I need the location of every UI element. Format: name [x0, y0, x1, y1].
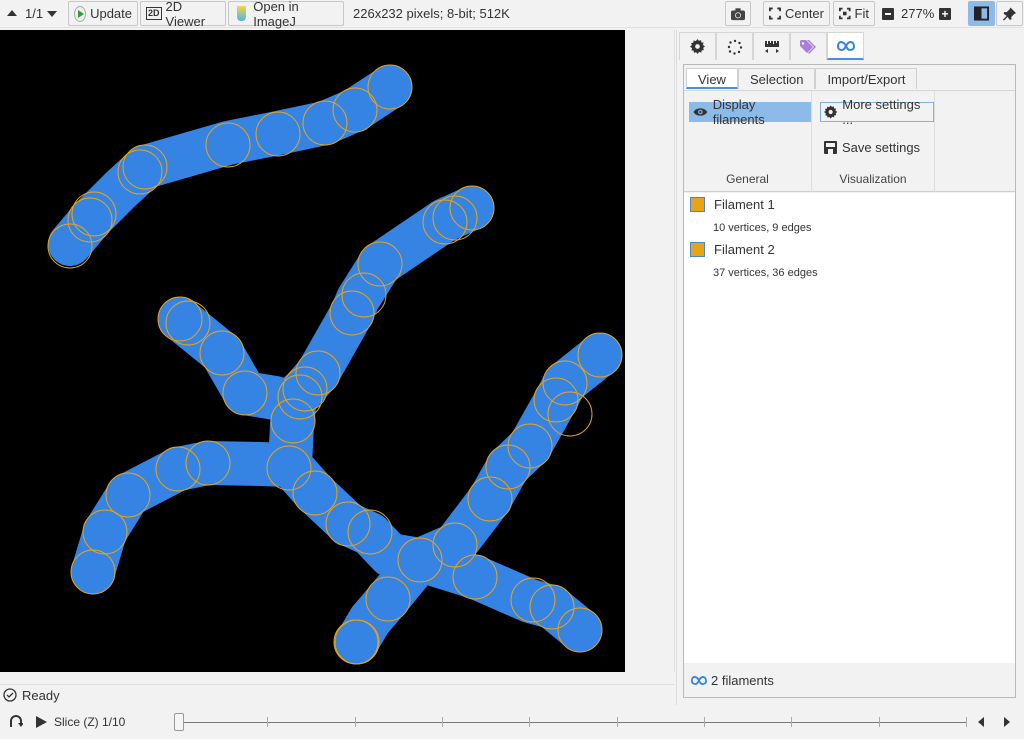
fit-button[interactable]: Fit: [833, 1, 875, 26]
imagej-label: Open in ImageJ: [253, 0, 299, 29]
update-label: Update: [90, 6, 132, 21]
status-divider: [0, 684, 675, 685]
slice-tick: [617, 717, 618, 727]
slice-tick: [442, 717, 443, 727]
slice-tick: [267, 717, 268, 727]
prev-slice-button[interactable]: [978, 717, 984, 727]
slice-tick: [879, 717, 880, 727]
update-button[interactable]: Update: [68, 1, 138, 26]
dotted-circle-icon: [727, 39, 742, 55]
display-filaments-label: Display filaments: [712, 97, 765, 127]
more-settings-label: More settings ...: [842, 97, 921, 127]
slice-slider[interactable]: [174, 713, 967, 731]
tab-filaments[interactable]: [827, 32, 864, 60]
filament-panel: View Selection Import/Export Display fil…: [683, 64, 1016, 698]
fit-label: Fit: [854, 6, 869, 21]
imagej-icon: [237, 6, 247, 21]
tab-detection[interactable]: [716, 32, 753, 60]
tab-selection[interactable]: Selection: [737, 68, 816, 89]
group-visualization: More settings ... Save settings Visualiz…: [812, 91, 935, 192]
center-button[interactable]: Center: [763, 1, 830, 26]
filament-name: Filament 2: [714, 242, 775, 257]
filament-icon: [691, 675, 707, 685]
top-toolbar: 1/1 Update 2D 2D Viewer Open in ImageJ 2…: [0, 0, 1024, 29]
gear-icon: [824, 105, 838, 119]
slice-slider-handle[interactable]: [174, 713, 184, 731]
image-info: 226x232 pixels; 8-bit; 512K: [353, 6, 510, 21]
center-label: Center: [784, 6, 824, 21]
filament-branch[interactable]: [48, 65, 412, 266]
slice-bar: Slice (Z) 1/10: [0, 708, 1024, 736]
center-icon: [769, 7, 781, 20]
filament-branch[interactable]: [71, 441, 312, 594]
open-in-imagej-button[interactable]: Open in ImageJ: [228, 0, 344, 29]
filament-color-swatch[interactable]: [690, 242, 705, 257]
filament-count: 2 filaments: [711, 672, 774, 688]
screenshot-button[interactable]: [725, 1, 751, 26]
filament-name: Filament 1: [714, 197, 775, 212]
ruler-icon: [764, 40, 779, 53]
filament-overlay: [47, 64, 623, 665]
panel-layout-icon: [974, 6, 989, 21]
play-slice-button[interactable]: [36, 716, 47, 728]
pin-button[interactable]: [996, 1, 1023, 26]
page-down-icon[interactable]: [47, 11, 57, 17]
group-general-label: General: [726, 172, 769, 186]
filament-icon: [836, 40, 855, 51]
zoom-in-button[interactable]: +: [939, 8, 951, 20]
page-up-icon[interactable]: [7, 10, 17, 16]
slice-tick: [355, 717, 356, 727]
tab-view[interactable]: View: [686, 68, 738, 89]
status-bar: Ready: [0, 684, 60, 706]
zoom-level: 277%: [901, 6, 935, 21]
display-filaments-toggle[interactable]: Display filaments: [689, 97, 811, 127]
2d-viewer-button[interactable]: 2D 2D Viewer: [140, 0, 226, 29]
slice-tick: [704, 717, 705, 727]
next-slice-button[interactable]: [1004, 717, 1010, 727]
slice-tick: [791, 717, 792, 727]
right-panel: View Selection Import/Export Display fil…: [676, 30, 1024, 705]
camera-icon: [731, 7, 745, 20]
2d-viewer-label: 2D Viewer: [165, 0, 206, 29]
loop-icon[interactable]: [9, 715, 23, 729]
slice-label: Slice (Z) 1/10: [54, 715, 126, 729]
filament-color-swatch[interactable]: [690, 197, 705, 212]
image-canvas[interactable]: [0, 30, 625, 672]
gear-icon: [690, 39, 705, 54]
tool-tabs: [679, 32, 864, 60]
tab-import-export[interactable]: Import/Export: [815, 68, 918, 89]
toggle-panel-button[interactable]: [968, 1, 995, 26]
save-settings-button[interactable]: Save settings: [821, 137, 923, 157]
filament-details: 37 vertices, 36 edges: [713, 267, 818, 279]
group-general: Display filaments General: [684, 91, 812, 192]
tab-tags[interactable]: [790, 32, 827, 60]
status-text: Ready: [22, 687, 60, 703]
save-icon: [824, 140, 837, 154]
filament-branch[interactable]: [398, 538, 602, 652]
ribbon-tabs: View Selection Import/Export: [686, 68, 918, 89]
filament-branch[interactable]: [158, 297, 297, 420]
filament-list: Filament 1 10 vertices, 9 edges Filament…: [684, 193, 1015, 663]
tab-measure[interactable]: [753, 32, 790, 60]
filament-details: 10 vertices, 9 edges: [713, 222, 812, 234]
play-icon: [74, 5, 87, 22]
ribbon: Display filaments General More settings …: [684, 90, 1015, 192]
filament-count-footer: 2 filaments: [684, 663, 1015, 697]
page-indicator: 1/1: [25, 6, 44, 21]
slice-tick: [529, 717, 530, 727]
canvas-side-gutter: [625, 30, 675, 672]
more-settings-button[interactable]: More settings ...: [820, 97, 934, 127]
save-settings-label: Save settings: [842, 139, 921, 155]
check-circle-icon: [3, 688, 17, 702]
tab-settings[interactable]: [679, 32, 716, 60]
fit-icon: [839, 7, 851, 20]
pin-icon: [1002, 6, 1017, 21]
2d-icon: 2D: [146, 7, 162, 20]
zoom-out-button[interactable]: [882, 8, 894, 20]
tag-icon: [800, 39, 816, 54]
eye-icon: [693, 108, 708, 116]
slice-tick: [966, 717, 967, 727]
group-visualization-label: Visualization: [839, 172, 907, 186]
